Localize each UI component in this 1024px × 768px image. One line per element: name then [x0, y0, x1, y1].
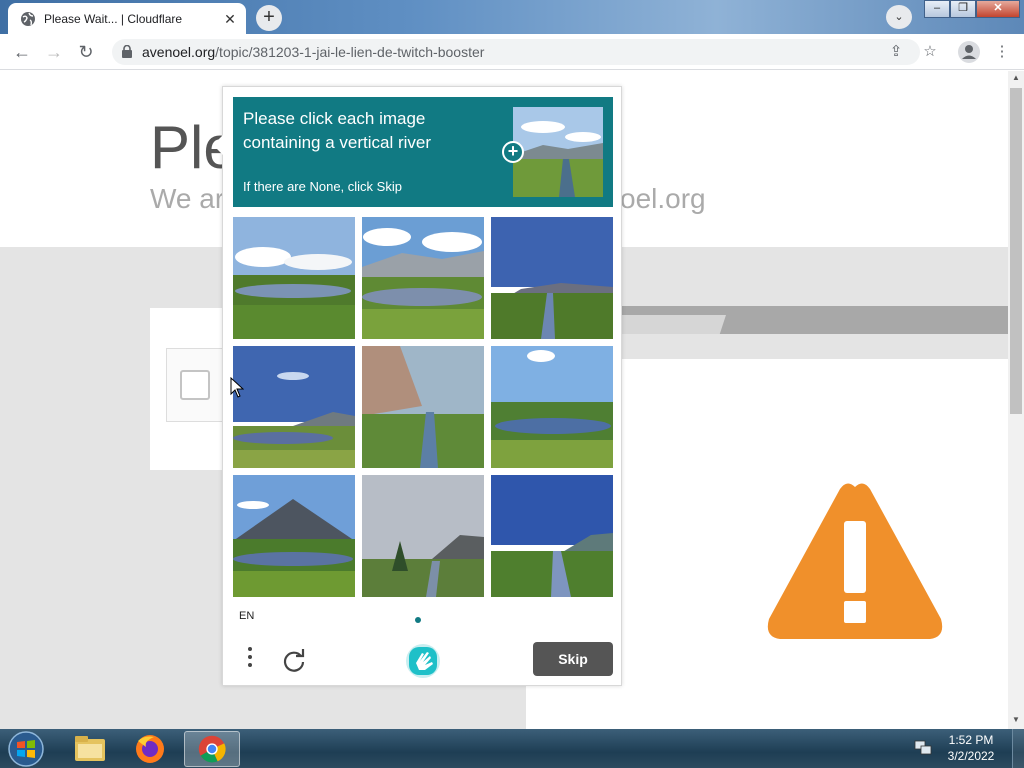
chrome-icon[interactable] — [184, 731, 240, 767]
forward-button[interactable]: → — [44, 42, 64, 62]
skip-button[interactable]: Skip — [533, 642, 613, 676]
profile-avatar-icon[interactable] — [958, 41, 980, 63]
file-explorer-icon[interactable] — [62, 731, 118, 767]
new-tab-button[interactable]: + — [256, 5, 282, 31]
browser-toolbar: ← → ↻ avenoel.org/topic/381203-1-jai-le-… — [0, 34, 1024, 70]
browser-menu-icon[interactable]: ⋮ — [992, 42, 1012, 62]
image-tile[interactable] — [233, 475, 355, 597]
image-tile[interactable] — [233, 346, 355, 468]
close-window-button[interactable]: ✕ — [976, 0, 1020, 18]
browser-tab[interactable]: Please Wait... | Cloudflare ✕ — [8, 3, 246, 34]
image-tile[interactable] — [491, 217, 613, 339]
scroll-down-icon[interactable]: ▼ — [1008, 713, 1024, 727]
lock-icon[interactable] — [122, 45, 132, 58]
image-tile[interactable] — [362, 475, 484, 597]
globe-icon — [21, 11, 35, 26]
refresh-icon[interactable] — [281, 647, 307, 673]
url-text[interactable]: avenoel.org/topic/381203-1-jai-le-lien-d… — [142, 44, 484, 60]
image-tile[interactable] — [491, 475, 613, 597]
share-icon[interactable]: ⇪ — [886, 42, 906, 62]
warning-icon — [767, 483, 943, 639]
language-selector[interactable]: EN — [239, 610, 254, 622]
challenge-hint: If there are None, click Skip — [243, 179, 402, 194]
system-clock[interactable]: 1:52 PM 3/2/2022 — [938, 732, 1004, 764]
image-grid — [233, 217, 613, 597]
back-button[interactable]: ← — [12, 42, 32, 62]
sample-image — [513, 107, 603, 197]
window-controls: ‒ ❐ ✕ — [924, 0, 1020, 20]
maximize-button[interactable]: ❐ — [950, 0, 976, 18]
show-desktop-button[interactable] — [1012, 729, 1024, 768]
hcaptcha-challenge: Please click each image containing a ver… — [213, 86, 622, 686]
tab-close-icon[interactable]: ✕ — [222, 11, 238, 27]
image-tile[interactable] — [233, 217, 355, 339]
browser-titlebar: Please Wait... | Cloudflare ✕ + ⌄ ‒ ❐ ✕ — [0, 0, 1024, 34]
hcaptcha-logo-icon[interactable] — [405, 643, 441, 679]
human-verification-checkbox[interactable] — [180, 370, 210, 400]
url-path: /topic/381203-1-jai-le-lien-de-twitch-bo… — [215, 44, 485, 60]
start-button[interactable] — [6, 730, 46, 768]
page-indicator-dot — [415, 617, 421, 623]
progress-bar-segment — [622, 315, 726, 334]
page-subtitle: We ar — [150, 183, 225, 214]
address-bar[interactable]: avenoel.org/topic/381203-1-jai-le-lien-d… — [112, 39, 920, 65]
menu-dots-icon[interactable] — [243, 645, 257, 673]
tab-search-button[interactable]: ⌄ — [886, 5, 912, 29]
scrollbar-thumb[interactable] — [1010, 88, 1022, 414]
mouse-cursor-icon — [230, 377, 244, 398]
image-tile[interactable] — [362, 346, 484, 468]
scroll-up-icon[interactable]: ▲ — [1008, 71, 1024, 85]
clock-time: 1:52 PM — [948, 733, 994, 747]
clock-date: 3/2/2022 — [947, 749, 995, 763]
network-icon[interactable] — [914, 739, 932, 757]
challenge-prompt: Please click each image containing a ver… — [243, 109, 432, 152]
bookmark-star-icon[interactable]: ☆ — [920, 42, 940, 62]
image-tile[interactable] — [491, 346, 613, 468]
image-tile[interactable] — [362, 217, 484, 339]
tab-title: Please Wait... | Cloudflare — [44, 11, 183, 26]
url-domain: avenoel.org — [142, 44, 216, 60]
expand-sample-icon[interactable]: + — [502, 141, 524, 163]
page-subtitle-domain: oel.org — [620, 183, 706, 214]
reload-button[interactable]: ↻ — [76, 42, 96, 62]
challenge-header: Please click each image containing a ver… — [233, 97, 613, 207]
minimize-button[interactable]: ‒ — [924, 0, 950, 18]
challenge-pointer — [213, 135, 223, 155]
windows-taskbar: 1:52 PM 3/2/2022 — [0, 729, 1024, 768]
firefox-icon[interactable] — [122, 731, 178, 767]
